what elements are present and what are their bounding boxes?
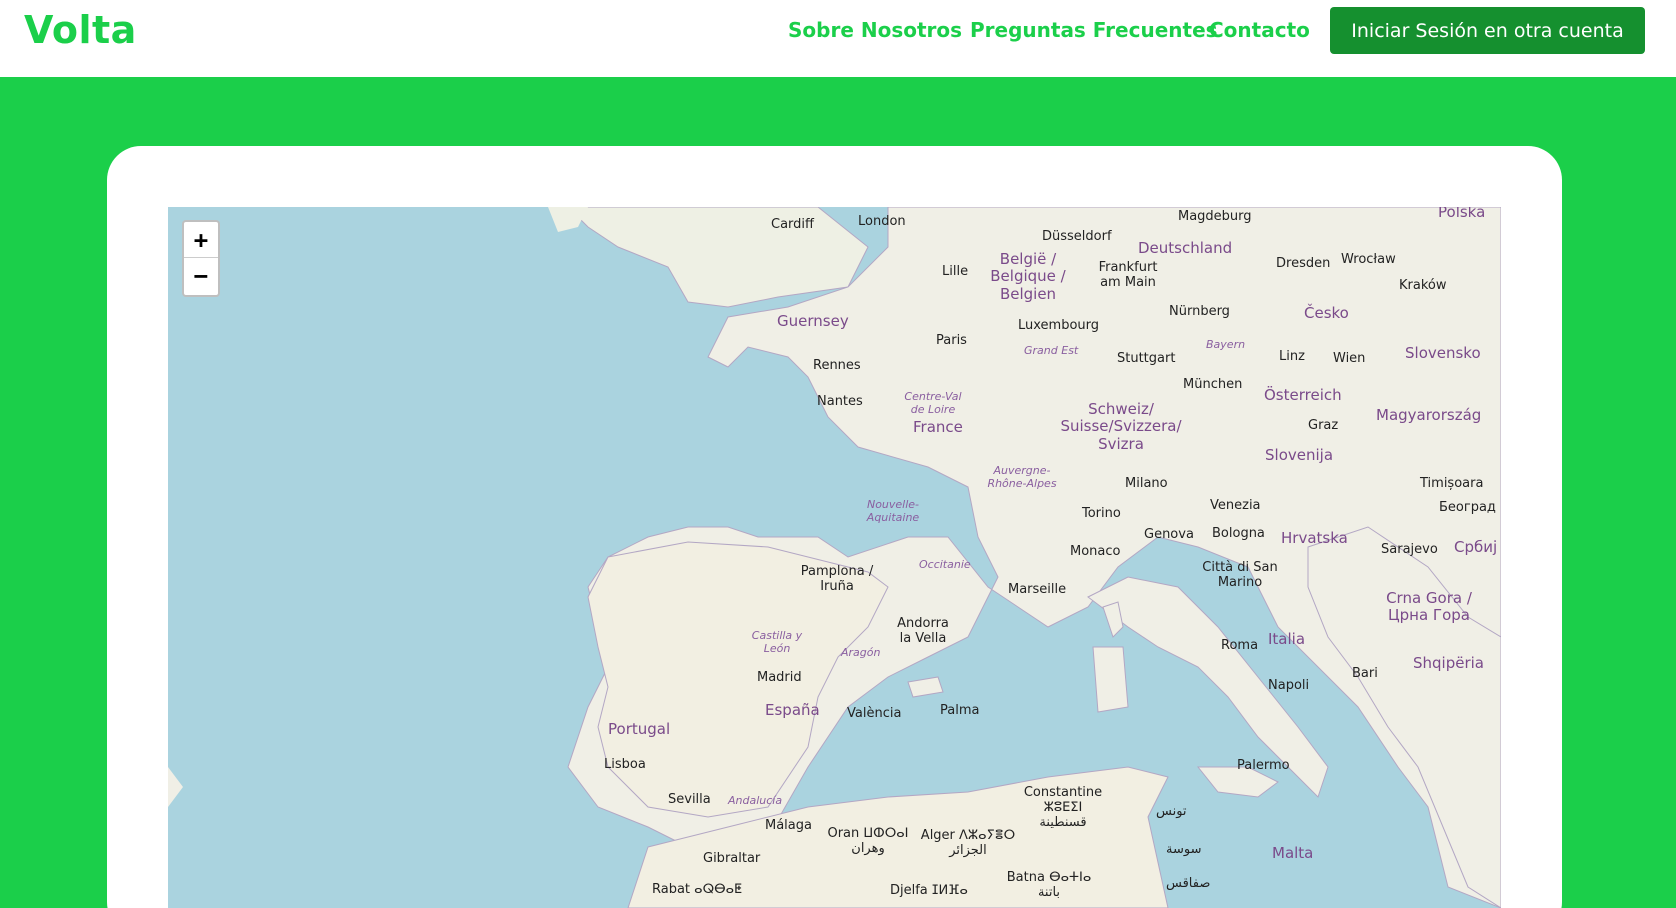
map-label-beograd: Београд — [1439, 500, 1496, 515]
map-label-cesko: Česko — [1304, 304, 1349, 322]
map-label-hrvatska: Hrvatska — [1281, 529, 1348, 547]
map-label-france: France — [913, 418, 963, 436]
map-label-palermo: Palermo — [1237, 758, 1290, 773]
map-label-bologna: Bologna — [1212, 526, 1265, 541]
map-label-alger: Alger ⴷⵣⴰⵢⴻⵔ الجزائر — [920, 828, 1016, 858]
map-label-constantine: Constantine ⵣⵓⴹⵉⵏ قسنطينة — [1023, 785, 1103, 830]
map-label-lisboa: Lisboa — [604, 757, 646, 772]
map-label-aragon: Aragón — [841, 646, 881, 659]
map-label-bayern: Bayern — [1206, 338, 1246, 351]
map-label-linz: Linz — [1279, 349, 1305, 364]
map-label-polska: Polska — [1438, 207, 1486, 221]
map-label-batna: Batna ⴱⴰⵜⵏⴰ باتنة — [1006, 870, 1092, 900]
map-label-sousse: سوسة — [1166, 842, 1202, 857]
map-label-magyarorszag: Magyarország — [1376, 406, 1482, 424]
nav-link-about[interactable]: Sobre Nosotros — [788, 18, 962, 42]
map-label-malaga: Málaga — [765, 818, 812, 833]
map-label-portugal: Portugal — [608, 720, 671, 738]
map-label-wien: Wien — [1333, 351, 1366, 366]
map-label-torino: Torino — [1082, 506, 1121, 521]
map-label-bari: Bari — [1352, 666, 1378, 681]
nav-link-faq[interactable]: Preguntas Frecuentes — [970, 18, 1218, 42]
map-label-madrid: Madrid — [757, 670, 802, 685]
map-label-munchen: München — [1183, 377, 1243, 392]
map-label-genova: Genova — [1144, 527, 1194, 542]
map-label-dresden: Dresden — [1276, 256, 1331, 271]
map-label-slovenija: Slovenija — [1265, 446, 1334, 464]
map-label-andorra: Andorra la Vella — [897, 616, 949, 646]
nav-link-contact[interactable]: Contacto — [1209, 18, 1310, 42]
map-label-gibraltar: Gibraltar — [703, 851, 761, 866]
map-label-crna-gora: Crna Gora / Црна Гора — [1386, 589, 1472, 625]
map-label-wroclaw: Wrocław — [1341, 252, 1396, 267]
map-label-lille: Lille — [942, 264, 969, 279]
map-label-cardiff: Cardiff — [771, 217, 814, 232]
map-label-grand-est: Grand Est — [1024, 344, 1079, 357]
map-label-sevilla: Sevilla — [668, 792, 711, 807]
map-label-slovensko: Slovensko — [1405, 344, 1481, 362]
top-navbar: Volta Sobre Nosotros Preguntas Frecuente… — [0, 0, 1676, 77]
zoom-in-button[interactable]: + — [184, 222, 218, 258]
map-label-oran: Oran ⵡⵀⵔⴰⵏ وهران — [827, 826, 909, 856]
map-label-sarajevo: Sarajevo — [1381, 542, 1438, 557]
map-label-london: London — [858, 214, 906, 229]
map-label-malta: Malta — [1272, 844, 1314, 862]
map-label-roma: Roma — [1221, 638, 1259, 653]
map-label-rennes: Rennes — [813, 358, 861, 373]
zoom-control: + − — [182, 220, 220, 297]
map-label-magdeburg: Magdeburg — [1178, 209, 1252, 224]
map-view[interactable]: Cardiff London Düsseldorf Magdeburg Pols… — [168, 207, 1501, 908]
map-label-deutschland: Deutschland — [1138, 239, 1233, 257]
map-label-luxembourg: Luxembourg — [1018, 318, 1100, 333]
map-label-andalucia: Andalucía — [728, 794, 783, 807]
map-label-osterreich: Österreich — [1264, 386, 1342, 404]
map-label-rabat: Rabat ⴰⵕⴱⴰⵟ — [652, 882, 743, 897]
zoom-out-button[interactable]: − — [184, 258, 218, 294]
map-label-marseille: Marseille — [1008, 582, 1067, 597]
map-label-castilla: Castilla y León — [751, 629, 803, 655]
map-label-palma: Palma — [940, 703, 980, 718]
map-label-nouvelle-aquitaine: Nouvelle- Aquitaine — [866, 498, 920, 524]
map-label-paris: Paris — [936, 333, 967, 348]
map-label-guernsey: Guernsey — [777, 312, 849, 330]
map-label-frankfurt: Frankfurt am Main — [1098, 260, 1158, 290]
map-label-nurnberg: Nürnberg — [1169, 304, 1230, 319]
map-label-pamplona: Pamplona / Iruña — [800, 564, 874, 594]
login-other-account-button[interactable]: Iniciar Sesión en otra cuenta — [1330, 7, 1645, 54]
map-label-belgie: België / Belgique / Belgien — [990, 250, 1066, 303]
map-label-centre-val-de-loire: Centre-Val de Loire — [904, 390, 962, 416]
map-label-dusseldorf: Düsseldorf — [1042, 229, 1112, 244]
map-label-djelfa: Djelfa ⵊⵍⴼⴰ — [890, 883, 968, 898]
map-label-timisoara: Timișoara — [1420, 476, 1484, 491]
map-label-nantes: Nantes — [817, 394, 863, 409]
map-label-shqiperia: Shqipëria — [1413, 654, 1484, 672]
map-label-napoli: Napoli — [1268, 678, 1310, 693]
map-label-milano: Milano — [1125, 476, 1168, 491]
map-label-krakow: Kraków — [1399, 278, 1447, 293]
map-label-venezia: Venezia — [1210, 498, 1261, 513]
map-label-valencia: València — [847, 706, 902, 721]
map-label-italia: Italia — [1268, 630, 1306, 648]
map-label-monaco: Monaco — [1070, 544, 1121, 559]
map-label-srbija: Србиј — [1454, 538, 1498, 556]
map-label-tunis: تونس — [1156, 804, 1187, 819]
map-label-graz: Graz — [1308, 418, 1339, 433]
map-label-occitanie: Occitanie — [919, 558, 971, 571]
map-label-espana: España — [765, 701, 820, 719]
map-label-auvergne: Auvergne- Rhône-Alpes — [987, 464, 1057, 490]
brand-logo[interactable]: Volta — [24, 8, 137, 52]
map-label-stuttgart: Stuttgart — [1117, 351, 1176, 366]
map-label-schweiz: Schweiz/ Suisse/Svizzera/ Svizra — [1060, 400, 1182, 453]
map-label-sfax: صفاقس — [1166, 876, 1211, 891]
map-label-san-marino: Città di San Marino — [1202, 560, 1278, 590]
